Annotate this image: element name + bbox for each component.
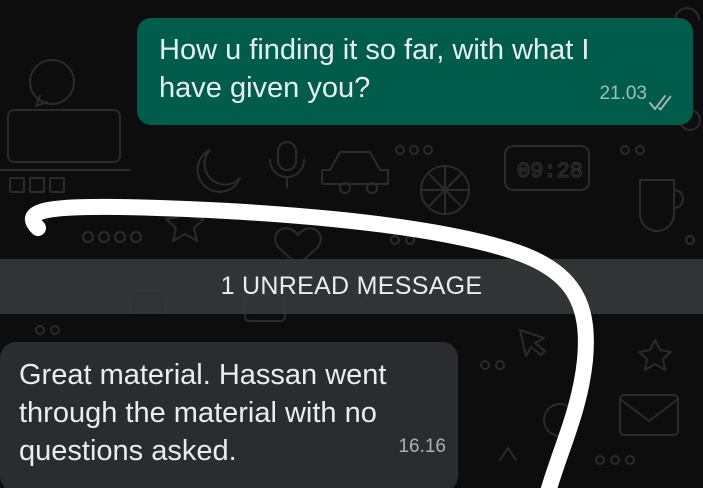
- message-time: 21.03: [599, 83, 647, 104]
- message-text-line: have given you?: [159, 72, 371, 104]
- chat-screen: 09:28 How u finding it so far, with what…: [0, 0, 703, 488]
- message-text-line: How u finding it so far, with what I: [159, 34, 590, 66]
- unread-messages-label: 1 UNREAD MESSAGE: [220, 272, 483, 300]
- unread-messages-divider: 1 UNREAD MESSAGE: [0, 259, 703, 314]
- double-check-icon: [649, 95, 672, 111]
- message-text-line: questions asked.: [19, 435, 237, 467]
- incoming-message-bubble[interactable]: Great material. Hassan went through the …: [0, 342, 458, 488]
- wallpaper-clock-label: 09:28: [517, 159, 583, 184]
- outgoing-message-bubble[interactable]: How u finding it so far, with what I hav…: [137, 18, 693, 125]
- message-time: 16.16: [398, 436, 446, 457]
- message-text-line: Great material. Hassan went: [19, 359, 387, 391]
- message-text-line: through the material with no: [19, 397, 377, 429]
